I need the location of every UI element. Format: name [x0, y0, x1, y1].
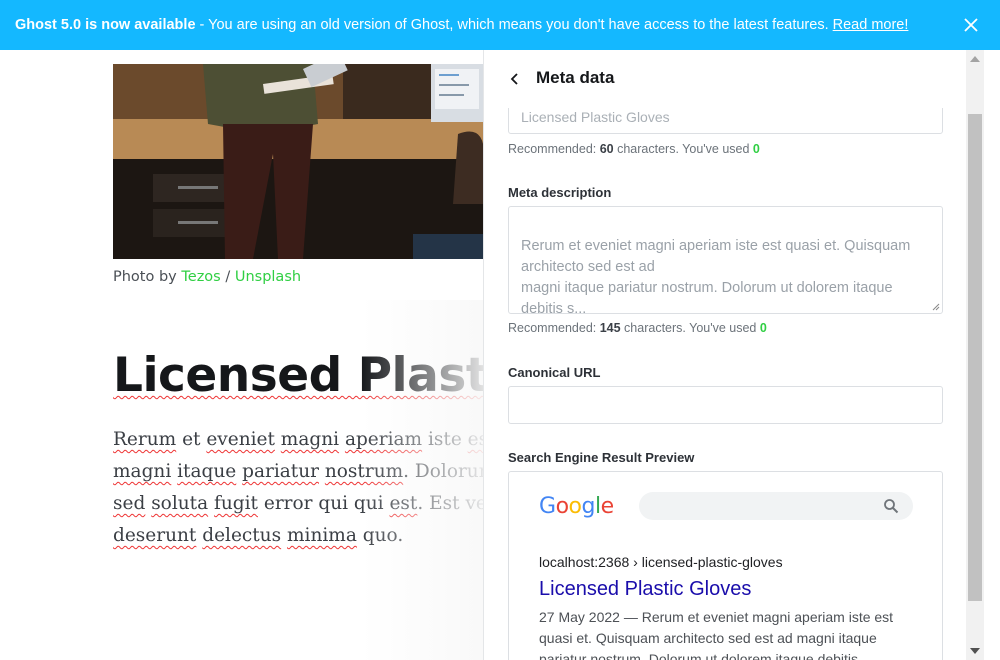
feature-image[interactable]	[113, 64, 484, 259]
google-logo-letter: e	[600, 494, 615, 519]
serp-search-bar	[639, 492, 913, 520]
hint-prefix: Recommended:	[508, 142, 600, 156]
panel-title: Meta data	[536, 68, 615, 87]
body-word: magni	[113, 461, 172, 482]
body-word: deserunt	[113, 525, 197, 546]
caption-source-link[interactable]: Unsplash	[235, 269, 301, 285]
body-word: minima	[287, 525, 357, 546]
google-logo-letter: g	[581, 494, 596, 519]
hint-count: 60	[599, 142, 614, 156]
caption-separator: /	[220, 269, 235, 285]
meta-description-hint: Recommended: 145 characters. You've used…	[508, 321, 767, 335]
panel-scrollbar[interactable]	[966, 50, 984, 660]
body-word: Rerum	[113, 429, 177, 450]
serp-url: localhost:2368 › licensed-plastic-gloves	[539, 554, 783, 570]
hint-prefix: Recommended:	[508, 321, 600, 335]
meta-title-hint: Recommended: 60 characters. You've used …	[508, 142, 760, 156]
close-icon[interactable]	[960, 14, 982, 36]
meta-description-label: Meta description	[508, 185, 612, 200]
meta-description-placeholder: Rerum et eveniet magni aperiam iste est …	[521, 238, 911, 317]
body-word: itaque	[177, 461, 237, 482]
body-word: delectus	[202, 525, 282, 546]
update-banner: Ghost 5.0 is now available - You are usi…	[0, 0, 1000, 50]
body-word: sed	[113, 493, 146, 514]
banner-headline: Ghost 5.0 is now available	[15, 17, 196, 33]
body-word: magni	[280, 429, 340, 450]
read-more-link[interactable]: Read more!	[833, 17, 909, 33]
meta-title-value: Licensed Plastic Gloves	[521, 109, 670, 125]
google-logo-letter: o	[568, 494, 582, 519]
google-logo-letter: o	[555, 494, 569, 519]
canonical-url-input[interactable]	[508, 386, 943, 424]
search-icon	[884, 499, 899, 514]
body-word: soluta	[151, 493, 209, 514]
post-editor: Photo by Tezos / Unsplash Licensed Plast…	[0, 50, 484, 660]
google-logo: Google	[539, 494, 614, 519]
serp-preview: Google localhost:2368 › licensed-plastic…	[508, 471, 943, 660]
image-caption[interactable]: Photo by Tezos / Unsplash	[113, 269, 301, 285]
body-word: pariatur	[242, 461, 319, 482]
body-word: eveniet	[206, 429, 275, 450]
google-logo-letter: G	[539, 494, 556, 519]
banner-text: - You are using an old version of Ghost,…	[195, 17, 833, 33]
caption-author-link[interactable]: Tezos	[181, 269, 220, 285]
meta-data-panel: Licensed Plastic Gloves Meta data Recomm…	[483, 50, 966, 660]
resize-grip-icon[interactable]	[931, 302, 940, 311]
caption-prefix: Photo by	[113, 269, 182, 285]
hint-used: 0	[759, 321, 767, 335]
body-word: et	[176, 429, 207, 450]
serp-title: Licensed Plastic Gloves	[539, 578, 752, 600]
serp-preview-label: Search Engine Result Preview	[508, 450, 695, 465]
hint-middle: characters. You've used	[613, 142, 753, 156]
panel-shadow	[360, 300, 484, 660]
canonical-url-label: Canonical URL	[508, 365, 601, 380]
body-word: fugit	[214, 493, 258, 514]
scrollbar-thumb[interactable]	[968, 114, 982, 601]
hint-used: 0	[752, 142, 760, 156]
hint-count: 145	[599, 321, 621, 335]
scroll-down-icon[interactable]	[970, 648, 980, 654]
meta-description-textarea[interactable]: Rerum et eveniet magni aperiam iste est …	[508, 206, 943, 317]
chevron-left-icon[interactable]	[508, 71, 522, 87]
scroll-up-icon[interactable]	[970, 56, 980, 62]
hint-middle: characters. You've used	[620, 321, 760, 335]
panel-header: Meta data	[484, 50, 966, 108]
serp-description: 27 May 2022 — Rerum et eveniet magni ape…	[539, 609, 894, 660]
